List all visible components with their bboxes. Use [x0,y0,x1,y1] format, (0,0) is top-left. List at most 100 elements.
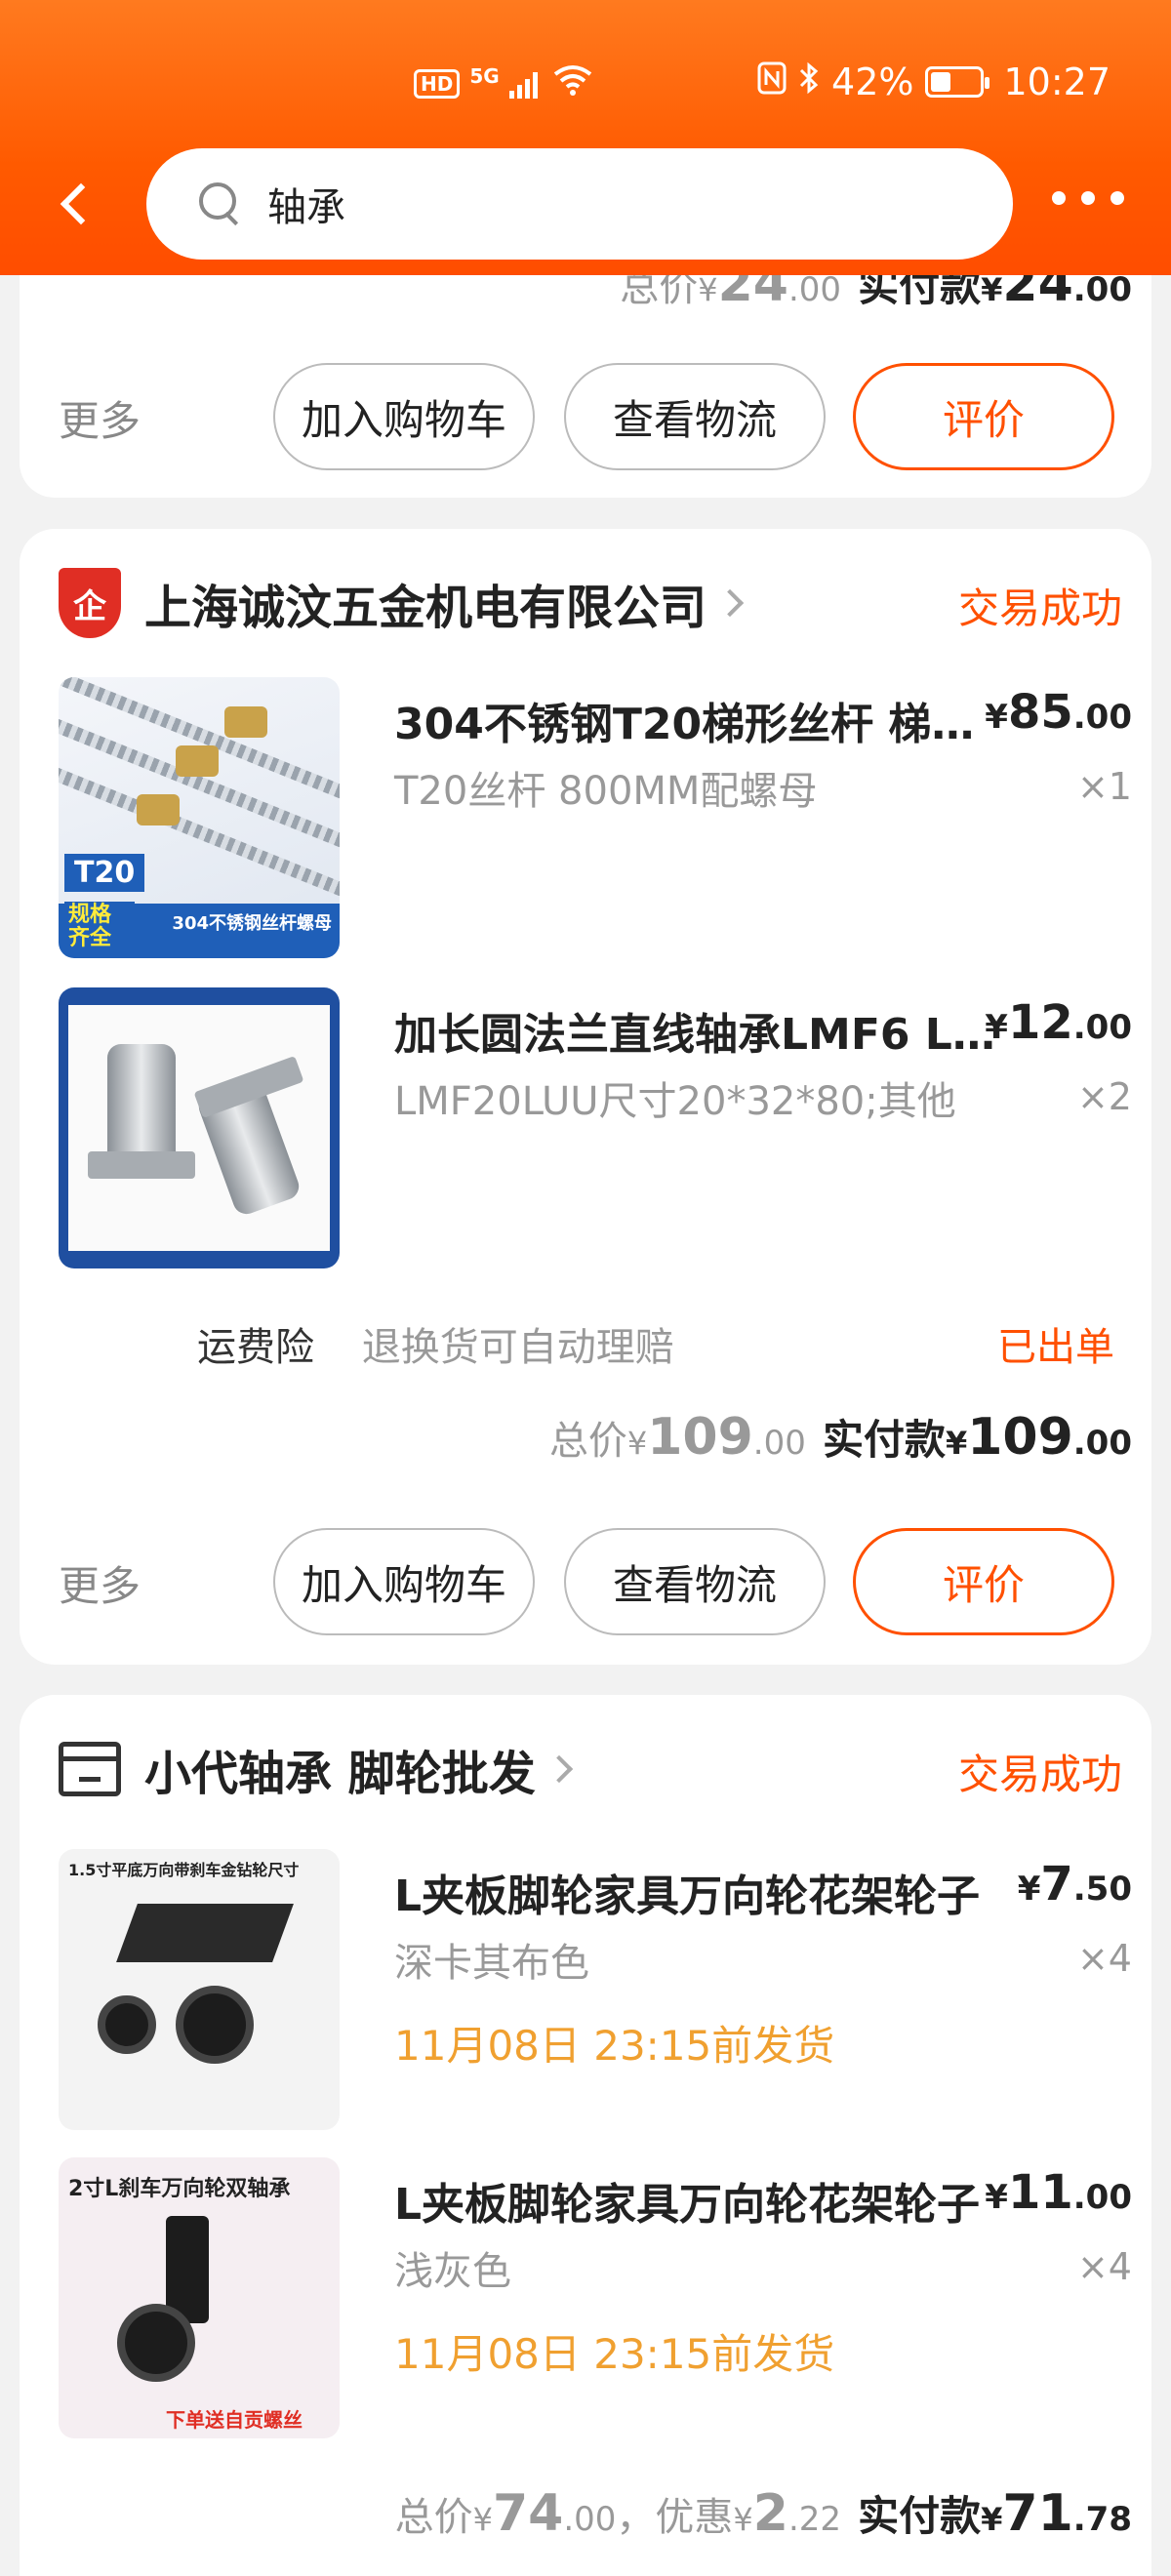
price-int: 7 [1040,1857,1073,1912]
wifi-icon [553,64,592,103]
discount-label: ，优惠 [616,2495,734,2540]
search-icon [197,181,244,227]
order-actions: 更多 加入购物车 查看物流 评价 [59,1528,1132,1635]
price-decimal: .00 [1072,698,1132,737]
app-header: HD 5G 42% 10:27 轴承 [0,0,1171,275]
shipping-insurance[interactable]: 运费险 退换货可自动理赔 已出单 [197,1315,1134,1372]
order-card: 小代轴承 脚轮批发 交易成功 1.5寸平底万向带刹车金钻轮尺寸 L夹板脚轮家具万… [20,1695,1151,2576]
search-query: 轴承 [267,185,345,230]
price-int: 85 [1007,685,1073,740]
price-symbol: ¥ [985,2178,1008,2217]
nfc-icon [757,60,787,103]
order-item[interactable]: 加长圆法兰直线轴承LMF6 LMF8 ¥12.00 LMF20LUU尺寸20*3… [59,987,1132,1268]
item-quantity: ×4 [1076,2245,1132,2288]
order-card: 企 上海诚汶五金机电有限公司 交易成功 T20 304不锈钢丝杆螺母 规格齐全 … [20,529,1151,1665]
total-amount: 109 [647,1408,753,1467]
total-label: 总价 [548,1419,627,1464]
total-amount: 74 [492,2484,564,2543]
paid-symbol: ¥ [945,1425,968,1462]
paid-decimal: .78 [1072,2500,1132,2539]
network-indicators: HD 5G [414,64,592,103]
paid-symbol: ¥ [981,271,1003,308]
price-symbol: ¥ [1017,1870,1041,1909]
nav-row: 轴承 [0,146,1171,262]
status-bar: HD 5G 42% 10:27 [0,60,1171,115]
price-decimal: .00 [1072,1008,1132,1047]
item-quantity: ×2 [1076,1075,1132,1118]
total-decimal: .00 [752,1424,806,1463]
item-title: 304不锈钢T20梯形丝杆 梯形螺杆 [394,700,999,749]
clock: 10:27 [1003,60,1110,103]
dot-icon [1052,191,1066,205]
item-quantity: ×1 [1076,765,1132,808]
price-int: 12 [1007,995,1073,1050]
view-logistics-button[interactable]: 查看物流 [564,1528,826,1635]
network-type: 5G [469,64,500,88]
paid-decimal: .00 [1072,1424,1132,1463]
ship-deadline: 11月08日 23:15前发货 [394,2330,835,2378]
paid-amount: 109 [967,1408,1073,1467]
item-price: ¥7.50 [1018,1857,1132,1912]
add-to-cart-button[interactable]: 加入购物车 [273,363,535,470]
price-symbol: ¥ [985,1008,1008,1047]
order-item[interactable]: 1.5寸平底万向带刹车金钻轮尺寸 L夹板脚轮家具万向轮花架轮子 ¥7.50 深卡… [59,1849,1132,2130]
shop-header[interactable]: 小代轴承 脚轮批发 交易成功 [59,1730,1122,1808]
item-spec: T20丝杆 800MM配螺母 [394,769,818,814]
item-title: 加长圆法兰直线轴承LMF6 LMF8 [394,1010,999,1060]
item-title: L夹板脚轮家具万向轮花架轮子 [394,1872,981,1921]
item-title: L夹板脚轮家具万向轮花架轮子 [394,2180,981,2230]
discount-amount: 2 [752,2484,788,2543]
product-image: T20 304不锈钢丝杆螺母 规格齐全 [59,677,340,958]
product-image: 1.5寸平底万向带刹车金钻轮尺寸 [59,1849,340,2130]
review-button[interactable]: 评价 [853,1528,1114,1635]
paid-label: 实付款 [858,2492,982,2540]
total-decimal: .00 [787,270,842,309]
shop-name: 上海诚汶五金机电有限公司 [144,581,707,635]
paid-decimal: .00 [1072,270,1132,309]
total-decimal: .00 [563,2500,617,2539]
back-button[interactable] [55,176,103,234]
total-symbol: ¥ [472,2501,493,2538]
price-symbol: ¥ [985,698,1008,737]
shop-name: 小代轴承 脚轮批发 [144,1747,536,1801]
thumb-promo: 下单送自贡螺丝 [166,2408,303,2432]
chevron-right-icon [545,1754,573,1784]
price-decimal: .00 [1072,2178,1132,2217]
discount-symbol: ¥ [733,2501,753,2538]
thumb-badge: T20 [64,854,145,892]
price-decimal: .50 [1072,1870,1132,1909]
battery-level [931,72,951,92]
insurance-label: 运费险 [197,1325,314,1370]
review-button[interactable]: 评价 [853,363,1114,470]
order-actions: 更多 加入购物车 查看物流 评价 [59,363,1132,470]
product-image [59,987,340,1268]
thumb-caption: 1.5寸平底万向带刹车金钻轮尺寸 [68,1861,300,1879]
view-logistics-button[interactable]: 查看物流 [564,363,826,470]
paid-label: 实付款 [822,1416,946,1464]
paid-amount: 71 [1002,2484,1073,2543]
more-options-button[interactable] [1052,191,1124,205]
add-to-cart-button[interactable]: 加入购物车 [273,1528,535,1635]
thumb-caption: 2寸L刹车万向轮双轴承 [68,2177,291,2201]
insurance-desc: 退换货可自动理赔 [361,1325,674,1370]
order-item[interactable]: T20 304不锈钢丝杆螺母 规格齐全 304不锈钢T20梯形丝杆 梯形螺杆 ¥… [59,677,1132,958]
more-link[interactable]: 更多 [59,1553,141,1613]
item-spec: LMF20LUU尺寸20*32*80;其他 [394,1079,956,1124]
product-image: 2寸L刹车万向轮双轴承 下单送自贡螺丝 [59,2157,340,2438]
item-spec: 深卡其布色 [394,1941,589,1986]
thumb-tag: 规格齐全 [64,902,135,952]
order-item[interactable]: 2寸L刹车万向轮双轴承 下单送自贡螺丝 L夹板脚轮家具万向轮花架轮子 ¥11.0… [59,2157,1132,2438]
item-quantity: ×4 [1076,1937,1132,1980]
item-price: ¥12.00 [985,995,1132,1050]
order-status: 交易成功 [957,1751,1122,1798]
item-price: ¥11.00 [985,2165,1132,2220]
order-totals: 总价¥74.00，优惠¥2.22 实付款¥71.78 [395,2483,1132,2543]
item-spec: 浅灰色 [394,2249,511,2294]
more-link[interactable]: 更多 [59,388,141,448]
shop-header[interactable]: 企 上海诚汶五金机电有限公司 交易成功 [59,564,1122,642]
ship-deadline: 11月08日 23:15前发货 [394,2022,835,2070]
signal-icon [508,69,538,99]
chevron-right-icon [715,588,745,618]
search-input[interactable]: 轴承 [146,148,1013,260]
price-int: 11 [1007,2165,1073,2220]
